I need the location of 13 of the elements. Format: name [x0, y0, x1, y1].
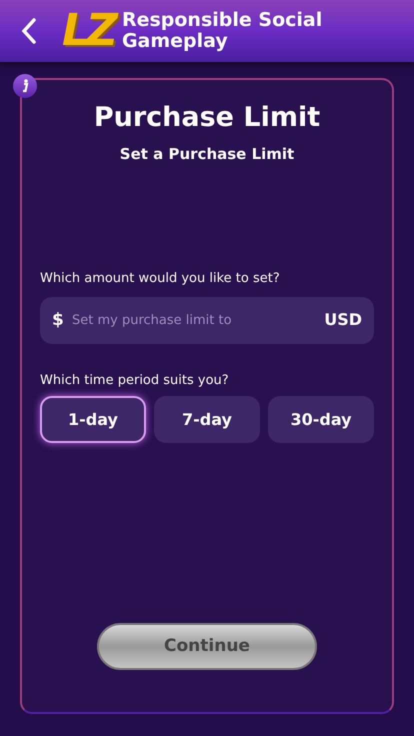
period-option[interactable]: 7-day: [154, 396, 260, 443]
page-title: Responsible Social Gameplay: [122, 10, 324, 52]
card-subtitle: Set a Purchase Limit: [120, 144, 294, 164]
card-title: Purchase Limit: [94, 101, 320, 135]
dollar-sign: $: [52, 308, 64, 330]
back-icon: [21, 17, 37, 45]
currency-label: USD: [324, 310, 362, 330]
period-option[interactable]: 30-day: [268, 396, 374, 443]
info-icon[interactable]: [13, 74, 37, 98]
logo: LZ: [62, 9, 114, 53]
amount-label: Which amount would you like to set?: [40, 270, 280, 288]
period-label: Which time period suits you?: [40, 372, 229, 390]
period-option[interactable]: 1-day: [40, 396, 146, 443]
